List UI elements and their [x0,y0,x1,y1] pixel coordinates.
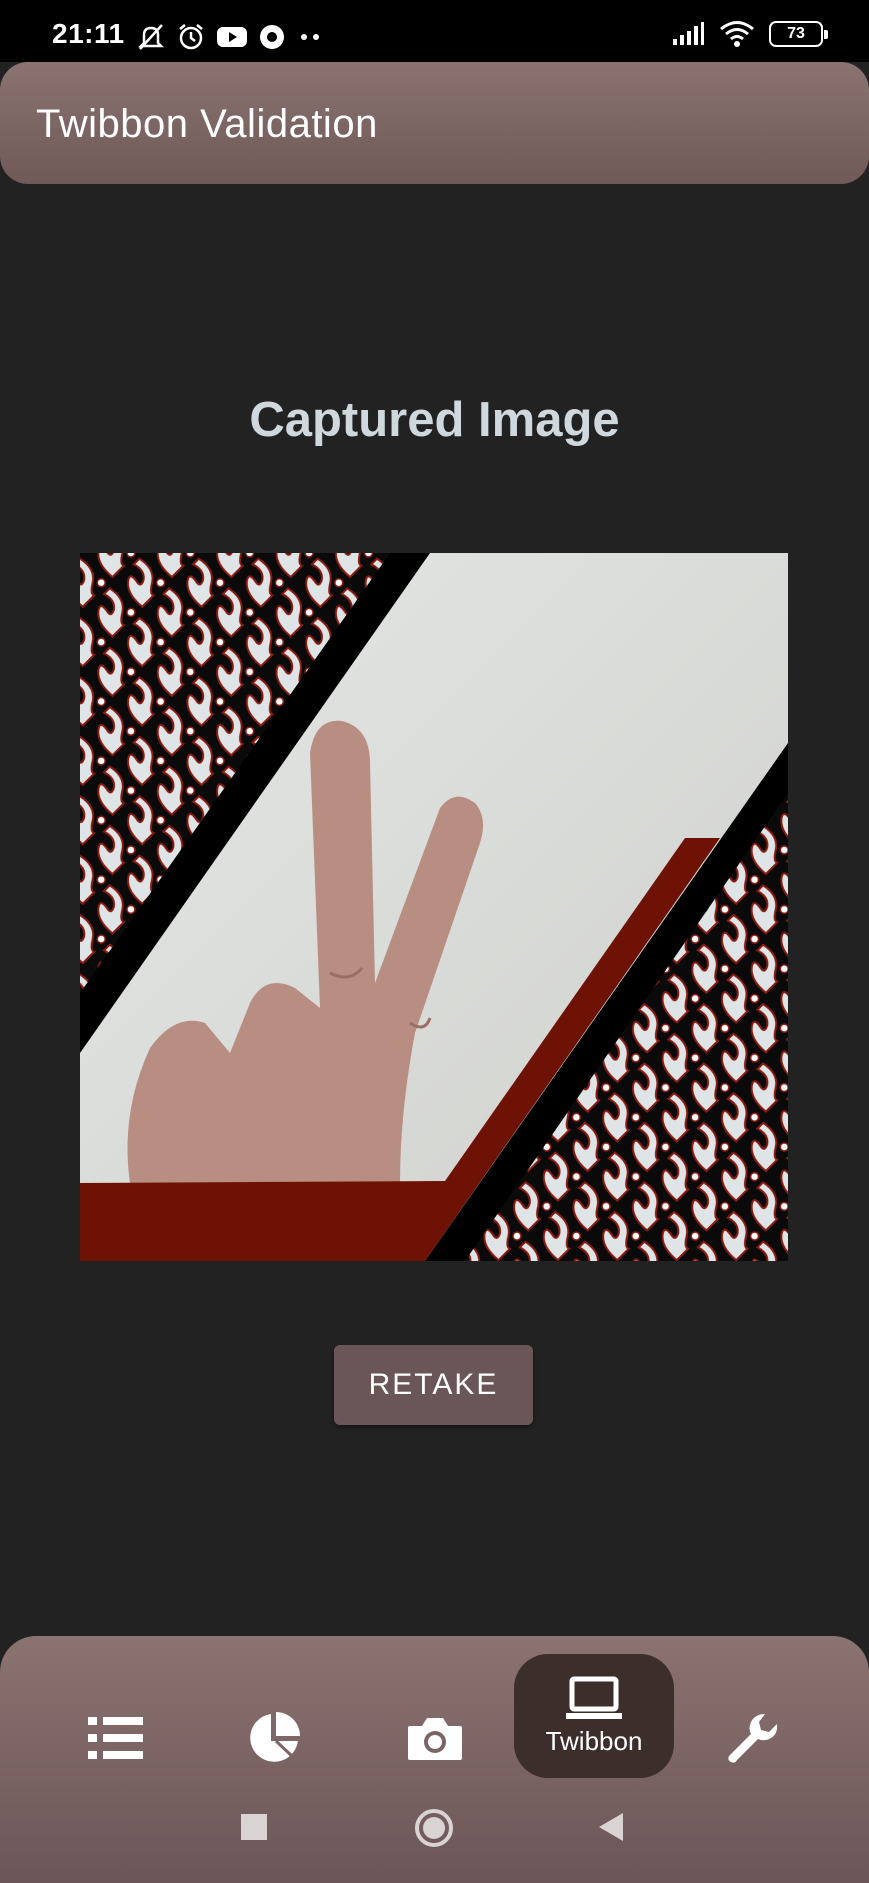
status-bar: 21:11 73 [0,0,869,62]
nav-item-camera[interactable] [385,1678,485,1798]
app-bar: Twibbon Validation [0,62,869,184]
nav-label-twibbon: Twibbon [545,1725,643,1756]
camera-icon [408,1718,462,1760]
mute-icon [137,24,165,50]
status-left-icons [136,22,324,52]
nav-item-list[interactable] [66,1678,166,1798]
battery-icon: 73 [769,21,828,47]
twibbon-photo-image [80,553,788,1261]
recents-button[interactable] [240,1813,268,1841]
list-icon [88,1717,143,1759]
signal-icon [673,22,704,45]
nav-item-settings[interactable] [703,1678,803,1798]
more-dots-icon [301,34,319,40]
back-button[interactable] [597,1811,625,1843]
pie-chart-icon [250,1712,300,1762]
status-time: 21:11 [52,18,125,49]
wrench-icon [728,1714,778,1763]
app-title: Twibbon Validation [36,102,378,146]
captured-photo [80,553,788,1261]
system-navigation [0,1788,869,1883]
battery-level: 73 [787,25,805,42]
nav-item-twibbon[interactable]: Twibbon [514,1654,674,1778]
alarm-icon [179,24,203,50]
home-button[interactable] [413,1807,455,1849]
captured-image-heading: Captured Image [249,393,620,447]
laptop-icon [566,1676,622,1719]
youtube-icon [217,27,247,47]
location-icon [260,25,284,49]
retake-button[interactable]: RETAKE [334,1345,533,1425]
wifi-icon [720,21,754,47]
nav-item-chart[interactable] [224,1678,324,1798]
status-right-icons: 73 [671,20,828,48]
